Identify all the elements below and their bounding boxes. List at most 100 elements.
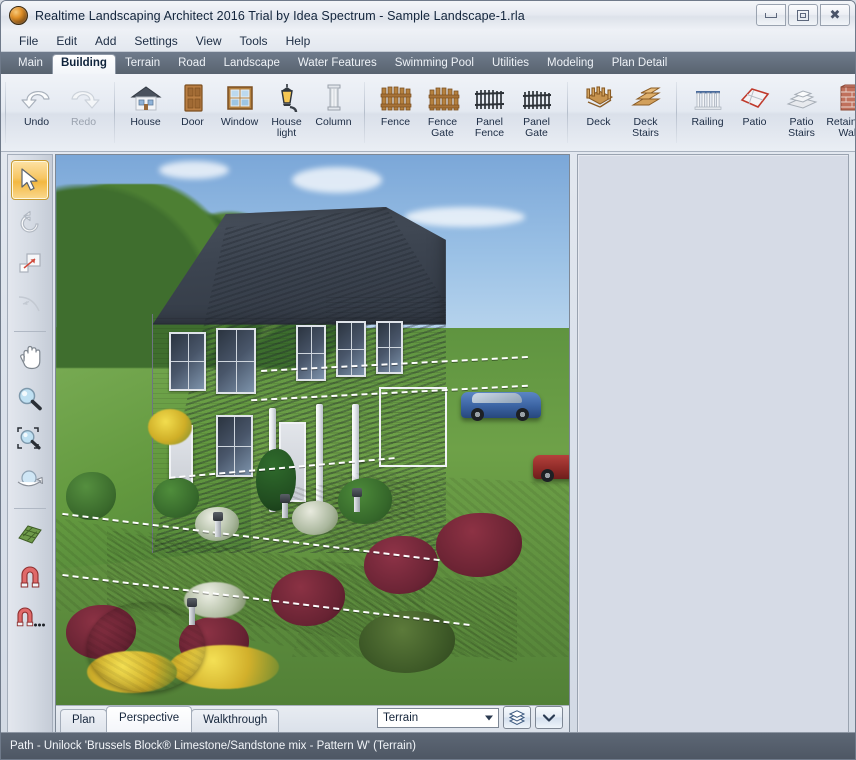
panel-fence-button[interactable]: Panel Fence <box>466 74 513 151</box>
house-light-button[interactable]: House light <box>263 74 310 151</box>
railing-label: Railing <box>691 116 724 128</box>
zoom-window-tool[interactable] <box>12 421 48 459</box>
column-button[interactable]: Column <box>310 74 357 151</box>
deck-stairs-button[interactable]: Deck Stairs <box>622 74 669 151</box>
view-tab-perspective[interactable]: Perspective <box>106 706 193 732</box>
undo-arrow-icon <box>20 81 53 115</box>
menu-item-add[interactable]: Add <box>86 31 125 51</box>
column-label: Column <box>315 116 352 128</box>
resize-tool[interactable] <box>12 244 48 282</box>
tab-landscape[interactable]: Landscape <box>215 54 289 74</box>
retaining-wall-button[interactable]: Retaining Wall <box>825 74 855 151</box>
deck-stairs-label: Deck Stairs <box>632 116 659 139</box>
cloud <box>158 160 229 179</box>
shrub-burgundy <box>435 512 522 577</box>
rotate-tool[interactable] <box>12 203 48 241</box>
tab-utilities[interactable]: Utilities <box>483 54 538 74</box>
rotate-icon <box>20 210 39 233</box>
viewport-controls: Terrain <box>377 706 569 732</box>
pan-hand-icon <box>20 345 41 370</box>
fence-gate-button[interactable]: Fence Gate <box>419 74 466 151</box>
tab-plan-detail[interactable]: Plan Detail <box>603 54 677 74</box>
magnet-snap-tool[interactable] <box>12 557 48 595</box>
menu-item-settings[interactable]: Settings <box>125 31 186 51</box>
tab-modeling[interactable]: Modeling <box>538 54 603 74</box>
ribbon-group-building: House Door Window House light Column <box>119 74 360 151</box>
tab-building[interactable]: Building <box>51 54 116 74</box>
fence-gate-icon <box>426 81 460 115</box>
menu-item-edit[interactable]: Edit <box>47 31 86 51</box>
layer-select[interactable]: Terrain <box>377 707 499 728</box>
magnet-options-icon <box>16 607 45 627</box>
select-arrow-tool[interactable] <box>11 160 49 200</box>
house-icon <box>129 81 162 115</box>
restore-icon <box>797 9 809 21</box>
patio-stairs-label: Patio Stairs <box>788 116 815 139</box>
orbit-icon <box>17 470 44 487</box>
window-icon <box>224 81 256 115</box>
car-wheel <box>471 407 485 421</box>
tab-main[interactable]: Main <box>9 54 52 74</box>
door-button[interactable]: Door <box>169 74 216 151</box>
deck-icon <box>582 81 616 115</box>
window-controls: ✖ <box>756 4 850 26</box>
curve-tool[interactable] <box>12 285 48 323</box>
fence-button[interactable]: Fence <box>372 74 419 151</box>
close-button[interactable]: ✖ <box>820 4 850 26</box>
menu-item-file[interactable]: File <box>10 31 47 51</box>
railing-button[interactable]: Railing <box>684 74 731 151</box>
tab-terrain[interactable]: Terrain <box>116 54 169 74</box>
house-light-label: House light <box>271 116 302 139</box>
tab-road[interactable]: Road <box>169 54 215 74</box>
magnet-options-tool[interactable] <box>12 598 48 636</box>
tab-water-features[interactable]: Water Features <box>289 54 386 74</box>
zoom-magnifier-tool[interactable] <box>12 380 48 418</box>
house-button[interactable]: House <box>122 74 169 151</box>
retaining-wall-icon <box>832 81 855 115</box>
panel-gate-button[interactable]: Panel Gate <box>513 74 560 151</box>
patio-button[interactable]: Patio <box>731 74 778 151</box>
view-tab-plan[interactable]: Plan <box>60 709 108 732</box>
panel-fence-icon <box>473 81 507 115</box>
ribbon-tab-strip: Main Building Terrain Road Landscape Wat… <box>1 52 855 74</box>
undo-button[interactable]: Undo <box>13 74 60 151</box>
path-lamp <box>187 598 198 626</box>
restore-button[interactable] <box>788 4 818 26</box>
redo-button[interactable]: Redo <box>60 74 107 151</box>
menu-item-help[interactable]: Help <box>277 31 320 51</box>
status-message: Path - Unilock 'Brussels Block® Limeston… <box>10 740 416 752</box>
orbit-tool[interactable] <box>12 462 48 500</box>
select-arrow-icon <box>21 168 38 191</box>
shrub-burgundy <box>363 535 438 594</box>
close-icon: ✖ <box>829 7 841 23</box>
menu-item-view[interactable]: View <box>187 31 231 51</box>
layers-stack-icon <box>508 709 526 725</box>
layers-button[interactable] <box>503 706 531 729</box>
deck-button[interactable]: Deck <box>575 74 622 151</box>
pan-hand-tool[interactable] <box>12 339 48 377</box>
window-button[interactable]: Window <box>216 74 263 151</box>
railing-icon <box>691 81 725 115</box>
path-lamp <box>351 488 362 513</box>
minimize-button[interactable] <box>756 4 786 26</box>
grid-icon <box>18 525 42 544</box>
patio-stairs-icon <box>785 81 819 115</box>
view-tab-walkthrough[interactable]: Walkthrough <box>191 709 280 732</box>
ribbon-separator <box>5 82 6 143</box>
panel-gate-icon <box>520 81 554 115</box>
3d-viewport[interactable]: Plan Perspective Walkthrough Terrain <box>55 154 570 733</box>
menu-item-tools[interactable]: Tools <box>231 31 277 51</box>
car-blue <box>461 391 542 421</box>
right-side-panel[interactable] <box>577 154 849 733</box>
yellow-flowers <box>148 408 193 445</box>
undo-label: Undo <box>23 116 50 128</box>
tab-swimming-pool[interactable]: Swimming Pool <box>386 54 483 74</box>
window <box>215 328 257 395</box>
expand-button[interactable] <box>535 706 563 729</box>
magnet-snap-icon <box>20 566 40 588</box>
grid-tool[interactable] <box>12 516 48 554</box>
patio-stairs-button[interactable]: Patio Stairs <box>778 74 825 151</box>
zoom-magnifier-icon <box>18 387 42 411</box>
view-mode-tab-bar: Plan Perspective Walkthrough Terrain <box>56 705 569 732</box>
toolbar-separator <box>14 508 46 509</box>
